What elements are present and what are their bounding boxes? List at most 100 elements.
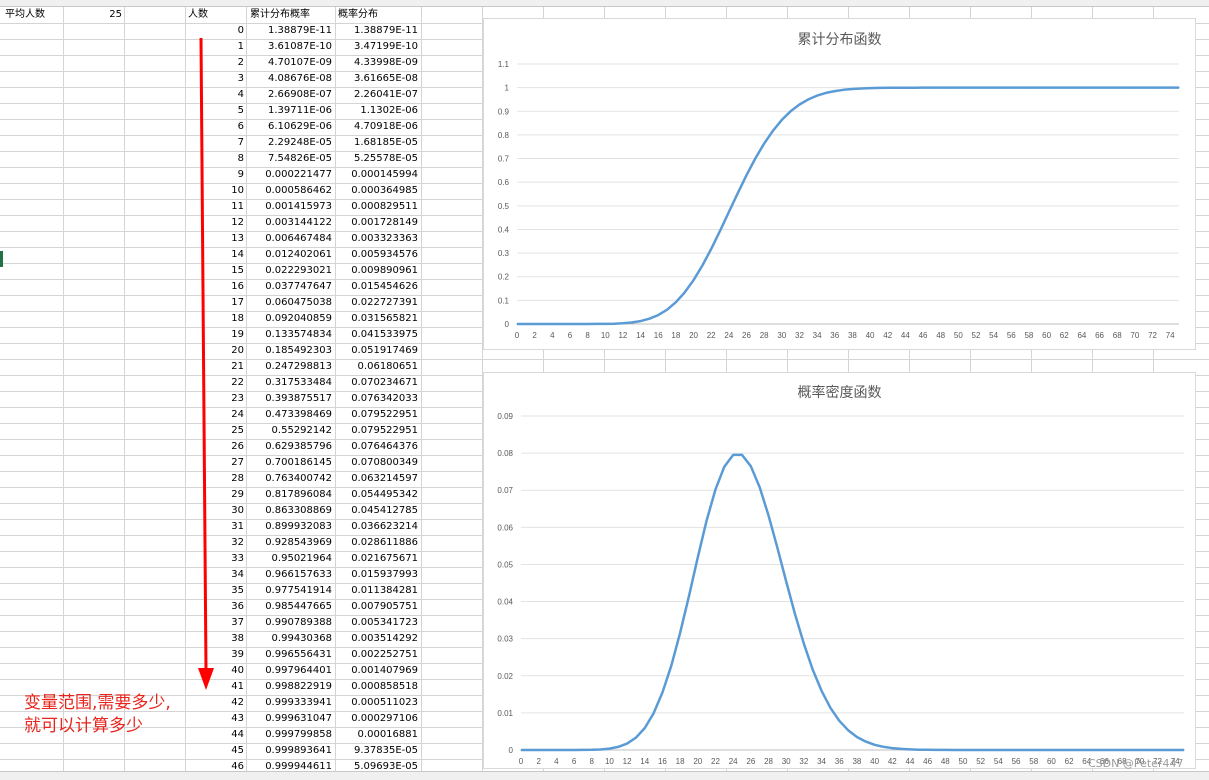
cell-pmf[interactable]: 0.000297106 xyxy=(336,711,418,727)
cell-cdf[interactable]: 2.66908E-07 xyxy=(247,87,332,103)
cell-cdf[interactable]: 0.037747647 xyxy=(247,279,332,295)
cell-pmf[interactable]: 0.076342033 xyxy=(336,391,418,407)
cell-cdf[interactable]: 0.985447665 xyxy=(247,599,332,615)
cell-pmf[interactable]: 1.38879E-11 xyxy=(336,23,418,39)
cell-pmf[interactable]: 0.051917469 xyxy=(336,343,418,359)
cell-people[interactable]: 43 xyxy=(186,711,244,727)
cell-pmf[interactable]: 3.47199E-10 xyxy=(336,39,418,55)
cell-pmf[interactable]: 0.005341723 xyxy=(336,615,418,631)
cell-cdf[interactable]: 1.39711E-06 xyxy=(247,103,332,119)
cell-cdf[interactable]: 0.998822919 xyxy=(247,679,332,695)
cell-cdf[interactable]: 0.966157633 xyxy=(247,567,332,583)
column-header-bar[interactable] xyxy=(0,0,1209,7)
cell-pmf[interactable]: 4.33998E-09 xyxy=(336,55,418,71)
cell-pmf[interactable]: 0.022727391 xyxy=(336,295,418,311)
cell-cdf[interactable]: 0.95021964 xyxy=(247,551,332,567)
cell-cdf[interactable]: 6.10629E-06 xyxy=(247,119,332,135)
cell-pmf[interactable]: 0.015454626 xyxy=(336,279,418,295)
cell-cdf[interactable]: 0.022293021 xyxy=(247,263,332,279)
cell-cdf[interactable]: 0.700186145 xyxy=(247,455,332,471)
cell-cdf[interactable]: 0.000221477 xyxy=(247,167,332,183)
cell-cdf[interactable]: 0.999631047 xyxy=(247,711,332,727)
chart-pdf[interactable]: 概率密度函数 0 0.01 0.02 0.03 0.04 0.05 0.06 0.07 0.08… xyxy=(483,372,1196,769)
cell-cdf[interactable]: 0.012402061 xyxy=(247,247,332,263)
cell-pmf[interactable]: 0.001728149 xyxy=(336,215,418,231)
cell-pmf[interactable]: 0.002252751 xyxy=(336,647,418,663)
cell-pmf[interactable]: 3.61665E-08 xyxy=(336,71,418,87)
cell-cdf[interactable]: 7.54826E-05 xyxy=(247,151,332,167)
cell-pmf[interactable]: 0.003514292 xyxy=(336,631,418,647)
chart-cdf[interactable]: 累计分布函数 0 0.1 0.2 0.3 0.4 0.5 0.6 0.7 0.8 0.9 1 1.1 0… xyxy=(483,18,1196,350)
cell-cdf[interactable]: 0.996556431 xyxy=(247,647,332,663)
cell-cdf[interactable]: 0.317533484 xyxy=(247,375,332,391)
cell-cdf[interactable]: 4.70107E-09 xyxy=(247,55,332,71)
cell-cdf[interactable]: 0.977541914 xyxy=(247,583,332,599)
cell-people[interactable]: 42 xyxy=(186,695,244,711)
cell-pmf[interactable]: 4.70918E-06 xyxy=(336,119,418,135)
cell-pmf[interactable]: 0.06180651 xyxy=(336,359,418,375)
cell-pmf[interactable]: 0.000829511 xyxy=(336,199,418,215)
cell-pmf[interactable]: 0.003323363 xyxy=(336,231,418,247)
cell-cdf[interactable]: 0.817896084 xyxy=(247,487,332,503)
cell-pmf[interactable]: 0.000145994 xyxy=(336,167,418,183)
header-people-cell[interactable]: 人数 xyxy=(188,7,246,23)
header-cdf-cell[interactable]: 累计分布概率 xyxy=(250,7,335,23)
cell-pmf[interactable]: 0.079522951 xyxy=(336,423,418,439)
cell-cdf[interactable]: 0.060475038 xyxy=(247,295,332,311)
cell-cdf[interactable]: 0.003144122 xyxy=(247,215,332,231)
cell-cdf[interactable]: 0.899932083 xyxy=(247,519,332,535)
cell-cdf[interactable]: 0.185492303 xyxy=(247,343,332,359)
cell-cdf[interactable]: 0.133574834 xyxy=(247,327,332,343)
cell-cdf[interactable]: 3.61087E-10 xyxy=(247,39,332,55)
cell-cdf[interactable]: 0.99430368 xyxy=(247,631,332,647)
cell-cdf[interactable]: 0.990789388 xyxy=(247,615,332,631)
cell-cdf[interactable]: 0.092040859 xyxy=(247,311,332,327)
cell-pmf[interactable]: 0.009890961 xyxy=(336,263,418,279)
cell-pmf[interactable]: 0.021675671 xyxy=(336,551,418,567)
cell-pmf[interactable]: 0.000364985 xyxy=(336,183,418,199)
cell-pmf[interactable]: 0.070800349 xyxy=(336,455,418,471)
cell-pmf[interactable]: 0.063214597 xyxy=(336,471,418,487)
cell-pmf[interactable]: 0.005934576 xyxy=(336,247,418,263)
cell-pmf[interactable]: 9.37835E-05 xyxy=(336,743,418,759)
cell-cdf[interactable]: 2.29248E-05 xyxy=(247,135,332,151)
cell-pmf[interactable]: 0.001407969 xyxy=(336,663,418,679)
cell-cdf[interactable]: 4.08676E-08 xyxy=(247,71,332,87)
cell-pmf[interactable]: 0.070234671 xyxy=(336,375,418,391)
cell-pmf[interactable]: 2.26041E-07 xyxy=(336,87,418,103)
cell-cdf[interactable]: 0.863308869 xyxy=(247,503,332,519)
avg-label-cell[interactable]: 平均人数 xyxy=(5,7,63,23)
cell-cdf[interactable]: 0.55292142 xyxy=(247,423,332,439)
cell-pmf[interactable]: 1.1302E-06 xyxy=(336,103,418,119)
cell-cdf[interactable]: 0.928543969 xyxy=(247,535,332,551)
cell-pmf[interactable]: 1.68185E-05 xyxy=(336,135,418,151)
cell-pmf[interactable]: 0.031565821 xyxy=(336,311,418,327)
cell-cdf[interactable]: 1.38879E-11 xyxy=(247,23,332,39)
cell-pmf[interactable]: 0.00016881 xyxy=(336,727,418,743)
cell-pmf[interactable]: 0.000858518 xyxy=(336,679,418,695)
cell-cdf[interactable]: 0.000586462 xyxy=(247,183,332,199)
cell-cdf[interactable]: 0.629385796 xyxy=(247,439,332,455)
cell-cdf[interactable]: 0.999799858 xyxy=(247,727,332,743)
cell-cdf[interactable]: 0.473398469 xyxy=(247,407,332,423)
cell-people[interactable]: 45 xyxy=(186,743,244,759)
cell-pmf[interactable]: 0.015937993 xyxy=(336,567,418,583)
cell-pmf[interactable]: 0.079522951 xyxy=(336,407,418,423)
cell-pmf[interactable]: 0.054495342 xyxy=(336,487,418,503)
cell-cdf[interactable]: 0.997964401 xyxy=(247,663,332,679)
cell-cdf[interactable]: 0.999893641 xyxy=(247,743,332,759)
cell-cdf[interactable]: 0.247298813 xyxy=(247,359,332,375)
cell-cdf[interactable]: 0.763400742 xyxy=(247,471,332,487)
cell-pmf[interactable]: 0.028611886 xyxy=(336,535,418,551)
cell-pmf[interactable]: 0.011384281 xyxy=(336,583,418,599)
cell-cdf[interactable]: 0.393875517 xyxy=(247,391,332,407)
avg-value-cell[interactable]: 25 xyxy=(64,7,122,23)
cell-cdf[interactable]: 0.006467484 xyxy=(247,231,332,247)
header-pmf-cell[interactable]: 概率分布 xyxy=(338,7,420,23)
cell-pmf[interactable]: 0.041533975 xyxy=(336,327,418,343)
cell-pmf[interactable]: 0.076464376 xyxy=(336,439,418,455)
cell-cdf[interactable]: 0.999333941 xyxy=(247,695,332,711)
cell-pmf[interactable]: 0.045412785 xyxy=(336,503,418,519)
cell-pmf[interactable]: 0.007905751 xyxy=(336,599,418,615)
cell-pmf[interactable]: 0.036623214 xyxy=(336,519,418,535)
